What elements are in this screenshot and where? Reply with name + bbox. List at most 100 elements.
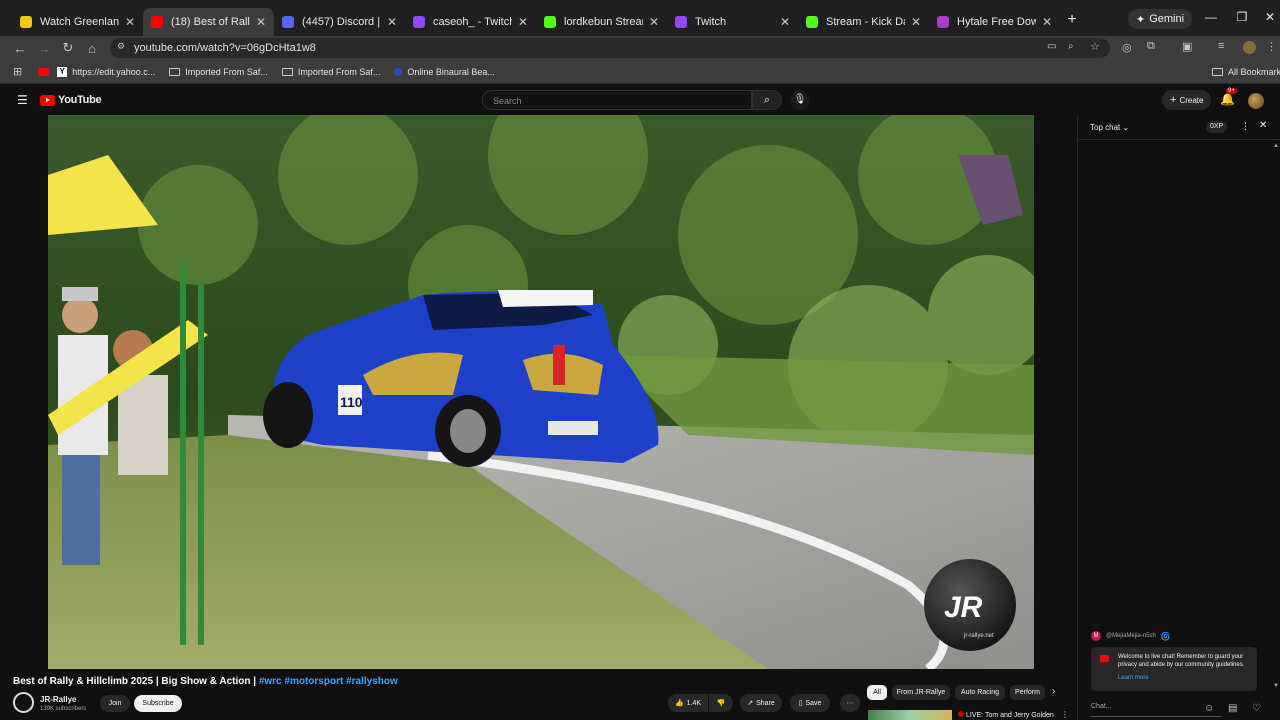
scroll-up-icon[interactable]: ▲ bbox=[1273, 143, 1279, 149]
browser-tab[interactable]: Hytale Free Download ✕ bbox=[929, 8, 1060, 36]
emoji-icon: 🌀 bbox=[1160, 631, 1171, 641]
chat-scrollbar[interactable]: ▲ ▼ bbox=[1273, 143, 1279, 693]
save-button[interactable]: ▯ Save bbox=[790, 694, 830, 712]
notifications-bell-icon[interactable]: 🔔 bbox=[1220, 92, 1235, 106]
browser-tab[interactable]: lordkebun Stream - Wa ✕ bbox=[536, 8, 667, 36]
bookmarks-bar: ⊞ Yhttps://edit.yahoo.c... Imported From… bbox=[0, 60, 1280, 84]
browser-tab[interactable]: caseoh_ - Twitch ✕ bbox=[405, 8, 536, 36]
browser-tab[interactable]: Watch Greenland 2: Mig ✕ bbox=[12, 8, 143, 36]
bookmark-folder[interactable]: Imported From Saf... bbox=[281, 67, 380, 77]
chat-user-avatar[interactable]: M bbox=[1091, 631, 1101, 641]
watermark-sub: jr-rallye.net bbox=[963, 633, 994, 639]
site-info-icon[interactable]: ⚙ bbox=[117, 41, 125, 52]
profile-avatar[interactable] bbox=[1243, 41, 1256, 54]
youtube-logo[interactable]: YouTube bbox=[40, 94, 102, 106]
tab-close-icon[interactable]: ✕ bbox=[649, 15, 659, 29]
channel-avatar[interactable] bbox=[13, 692, 34, 713]
hamburger-menu-icon[interactable]: ☰ bbox=[17, 93, 28, 107]
tab-favicon bbox=[151, 16, 163, 28]
tab-title: lordkebun Stream - Wa bbox=[564, 16, 643, 28]
folder-icon bbox=[1212, 67, 1223, 76]
tab-close-icon[interactable]: ✕ bbox=[125, 15, 135, 29]
recommended-thumbnail[interactable] bbox=[868, 710, 952, 720]
extension-icon[interactable]: ◎ bbox=[1122, 41, 1132, 54]
home-icon[interactable]: ⌂ bbox=[80, 37, 104, 59]
puzzle-icon[interactable]: ⧉ bbox=[1147, 40, 1155, 53]
search-input[interactable]: Search bbox=[482, 90, 752, 110]
bookmark-folder[interactable]: Imported From Saf... bbox=[169, 67, 268, 77]
recommended-title[interactable]: LIVE: Tom and Jerry Golden bbox=[958, 711, 1054, 719]
chip-from-channel[interactable]: From JR-Rallye bbox=[892, 685, 950, 700]
back-icon[interactable]: ← bbox=[8, 37, 32, 59]
chat-close-icon[interactable]: ✕ bbox=[1259, 120, 1267, 131]
all-bookmarks[interactable]: All Bookmarks bbox=[1212, 67, 1280, 77]
bookmark-item[interactable]: Yhttps://edit.yahoo.c... bbox=[57, 66, 155, 77]
chat-input[interactable]: Chat... bbox=[1091, 703, 1221, 717]
chat-menu-icon[interactable]: ⋮ bbox=[1241, 121, 1250, 132]
youtube-play-icon bbox=[40, 94, 55, 106]
gemini-button[interactable]: ✦ Gemini bbox=[1128, 9, 1193, 29]
browser-tab[interactable]: (18) Best of Rally & ✕ bbox=[143, 8, 274, 36]
chip-auto-racing[interactable]: Auto Racing bbox=[955, 685, 1005, 700]
youtube-bookmark-icon[interactable] bbox=[38, 67, 50, 76]
browser-tab[interactable]: Stream - Kick Dashboar ✕ bbox=[798, 8, 929, 36]
super-chat-icon[interactable]: ▤ bbox=[1228, 703, 1237, 714]
channel-name[interactable]: JR-Rallye bbox=[40, 695, 76, 704]
create-button[interactable]: + Create bbox=[1162, 90, 1212, 110]
apps-grid-icon[interactable]: ⊞ bbox=[13, 65, 22, 78]
youtube-header: ☰ YouTube Search ⌕ 🎙 + Create 🔔 9+ bbox=[0, 85, 1280, 115]
learn-more-link[interactable]: Learn more bbox=[1118, 674, 1249, 682]
cast-icon[interactable]: ▭ bbox=[1047, 41, 1056, 52]
reload-icon[interactable]: ↻ bbox=[56, 37, 80, 59]
top-chat-dropdown[interactable]: Top chat ⌄ bbox=[1090, 123, 1129, 132]
voice-search-button[interactable]: 🎙 bbox=[790, 90, 810, 110]
folder-icon bbox=[281, 67, 293, 76]
chips-next-icon[interactable]: › bbox=[1052, 686, 1055, 697]
account-avatar[interactable] bbox=[1248, 93, 1264, 109]
menu-kebab-icon[interactable]: ⋮ bbox=[1266, 40, 1277, 53]
video-hashtags[interactable]: #wrc #motorsport #rallyshow bbox=[259, 676, 398, 687]
join-button[interactable]: Join bbox=[100, 695, 130, 712]
share-button[interactable]: ↗ Share bbox=[740, 694, 782, 712]
chip-all[interactable]: All bbox=[867, 685, 887, 700]
browser-tab[interactable]: Twitch ✕ bbox=[667, 8, 798, 36]
close-window-icon[interactable]: ✕ bbox=[1262, 10, 1278, 24]
more-actions-icon[interactable]: ⋯ bbox=[840, 694, 860, 712]
chat-message: M @MejiaMejia-n5sh 🌀 bbox=[1091, 631, 1171, 641]
restore-icon[interactable]: ❐ bbox=[1234, 10, 1250, 24]
bookmark-star-icon[interactable]: ☆ bbox=[1090, 40, 1100, 53]
browser-tab[interactable]: (4457) Discord | # ✕ bbox=[274, 8, 405, 36]
video-player[interactable]: 110 JR jr-rallye.net bbox=[48, 115, 1034, 669]
xp-badge[interactable]: 0XP bbox=[1206, 121, 1228, 133]
subscribe-button[interactable]: Subscribe bbox=[134, 695, 182, 712]
forward-icon[interactable]: → bbox=[32, 37, 56, 59]
like-button[interactable]: 👍 1.4K bbox=[668, 694, 708, 712]
chat-username[interactable]: @MejiaMejia-n5sh bbox=[1106, 633, 1156, 639]
tab-close-icon[interactable]: ✕ bbox=[518, 15, 528, 29]
scroll-down-icon[interactable]: ▼ bbox=[1273, 683, 1279, 689]
chip-performance[interactable]: Perform bbox=[1010, 685, 1045, 700]
thumbs-up-icon: 👍 bbox=[674, 700, 684, 707]
heart-icon[interactable]: ♡ bbox=[1252, 703, 1261, 714]
url-text: youtube.com/watch?v=06gDcHta1w8 bbox=[134, 42, 316, 54]
tab-close-icon[interactable]: ✕ bbox=[387, 15, 397, 29]
tab-close-icon[interactable]: ✕ bbox=[911, 15, 921, 29]
sparkle-icon: ✦ bbox=[1136, 13, 1146, 26]
media-icon[interactable]: ≡ bbox=[1218, 40, 1224, 52]
search-button[interactable]: ⌕ bbox=[752, 90, 782, 110]
minimize-icon[interactable]: — bbox=[1203, 10, 1219, 24]
new-tab-icon[interactable]: + bbox=[1060, 11, 1084, 29]
tab-favicon bbox=[413, 16, 425, 28]
sidepanel-icon[interactable]: ▣ bbox=[1182, 40, 1192, 53]
address-bar[interactable]: ⚙ youtube.com/watch?v=06gDcHta1w8 ▭ ⌕ ☆ bbox=[110, 38, 1110, 58]
tab-close-icon[interactable]: ✕ bbox=[1042, 15, 1052, 29]
bookmark-item[interactable]: Online Binaural Bea... bbox=[394, 67, 495, 77]
bookmark-icon: ▯ bbox=[798, 700, 803, 707]
tab-close-icon[interactable]: ✕ bbox=[780, 15, 790, 29]
youtube-icon bbox=[1100, 655, 1109, 662]
dislike-button[interactable]: 👎 bbox=[709, 694, 733, 712]
emoji-picker-icon[interactable]: ☺ bbox=[1204, 703, 1214, 714]
recommended-menu-icon[interactable]: ⋮ bbox=[1061, 710, 1069, 719]
tab-close-icon[interactable]: ✕ bbox=[256, 15, 266, 29]
zoom-icon[interactable]: ⌕ bbox=[1068, 41, 1074, 52]
